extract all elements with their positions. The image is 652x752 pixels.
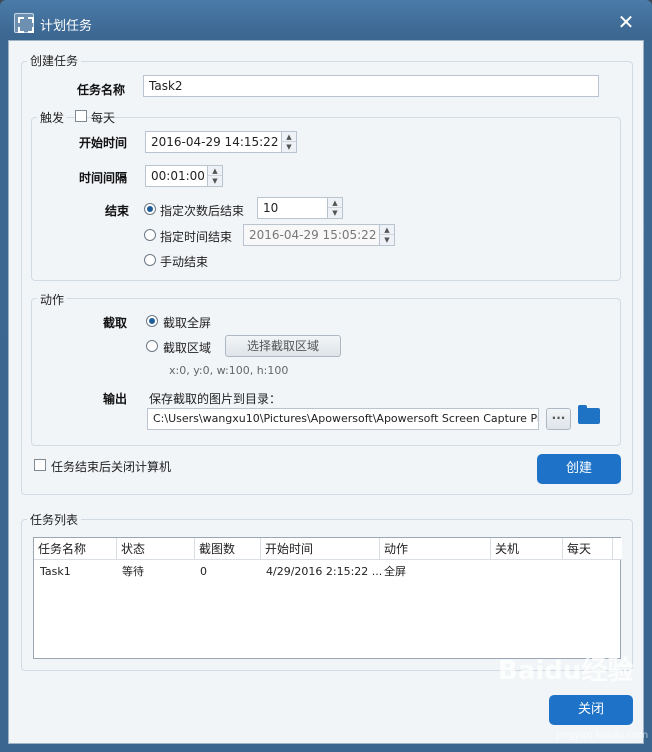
end-time-spinner[interactable]: ▲ ▼ [379,224,395,246]
output-label: 输出 [103,392,128,406]
end-manual-label: 手动结束 [160,255,209,269]
column-header[interactable]: 任务名称 [34,538,117,560]
action-group-label: 动作 [37,291,68,308]
title-bar: 计划任务 ✕ [0,0,652,40]
end-at-time-radio[interactable] [144,229,156,241]
dialog-body: 创建任务 任务名称 Task2 触发 每天 开始时间 2016-04-29 14… [8,40,644,744]
output-path-input[interactable]: C:\Users\wangxu10\Pictures\Apowersoft\Ap… [147,408,539,430]
daily-checkbox[interactable] [75,110,87,122]
create-task-group-label: 创建任务 [27,52,82,69]
region-label: 截取区域 [163,341,212,355]
task-list-group-label: 任务列表 [27,511,82,528]
column-header[interactable]: 关机 [491,538,563,560]
capture-label: 截取 [103,316,128,330]
spin-up-icon[interactable]: ▲ [380,225,394,235]
spin-up-icon[interactable]: ▲ [328,198,342,208]
spin-down-icon[interactable]: ▼ [208,176,222,186]
start-time-spinner[interactable]: ▲ ▼ [281,131,297,153]
shutdown-checkbox[interactable] [34,459,46,471]
task-name-input[interactable]: Task2 [143,75,599,97]
shutdown-label: 任务结束后关闭计算机 [51,460,172,474]
scheduler-window: 计划任务 ✕ 创建任务 任务名称 Task2 触发 每天 开始时间 2016-0… [0,0,652,752]
region-radio[interactable] [146,340,158,352]
window-title: 计划任务 [40,19,93,34]
column-header[interactable]: 状态 [117,538,195,560]
end-count-spinner[interactable]: ▲ ▼ [327,197,343,219]
spin-down-icon[interactable]: ▼ [282,142,296,152]
spin-up-icon[interactable]: ▲ [208,166,222,176]
folder-icon[interactable] [578,405,600,424]
end-manual-radio[interactable] [144,254,156,266]
column-header[interactable]: 每天 [563,538,613,560]
end-count-input[interactable]: 10 [257,197,329,219]
daily-label: 每天 [91,111,116,125]
close-button[interactable]: 关闭 [549,695,633,725]
trigger-group-label: 触发 [37,109,68,126]
end-after-count-radio[interactable] [144,203,156,215]
column-header[interactable]: 动作 [380,538,491,560]
start-time-label: 开始时间 [79,136,128,150]
watermark-url: jingyan.baidu.com [556,730,649,741]
start-time-input[interactable]: 2016-04-29 14:15:22 [145,131,283,153]
app-icon [14,13,34,33]
table-row[interactable]: Task1 等待 0 4/29/2016 2:15:22 ... 全屏 [34,562,622,582]
save-to-label: 保存截取的图片到目录： [149,392,282,406]
select-region-button[interactable]: 选择截取区域 [225,335,341,357]
end-time-input[interactable]: 2016-04-29 15:05:22 [243,224,381,246]
region-info: x:0, y:0, w:100, h:100 [169,364,289,377]
task-table: 任务名称 状态 截图数 开始时间 动作 关机 每天 Task1 等待 0 4/2… [33,537,622,659]
end-after-count-label: 指定次数后结束 [160,204,245,218]
table-header: 任务名称 状态 截图数 开始时间 动作 关机 每天 [34,538,622,560]
column-header[interactable]: 截图数 [195,538,261,560]
table-cell: 0 [200,565,207,578]
table-cell: 4/29/2016 2:15:22 ... [266,565,383,578]
interval-label: 时间间隔 [79,171,128,185]
fullscreen-radio[interactable] [146,315,158,327]
interval-input[interactable]: 00:01:00 [145,165,209,187]
end-at-time-label: 指定时间结束 [160,230,233,244]
spin-down-icon[interactable]: ▼ [380,235,394,245]
browse-button[interactable]: ··· [546,408,571,430]
spin-down-icon[interactable]: ▼ [328,208,342,218]
interval-spinner[interactable]: ▲ ▼ [207,165,223,187]
watermark-logo: Baidu经验 [498,656,634,686]
column-header[interactable]: 开始时间 [261,538,380,560]
create-button[interactable]: 创建 [537,454,621,484]
table-cell: 等待 [122,565,144,578]
table-cell: 全屏 [384,565,406,578]
spin-up-icon[interactable]: ▲ [282,132,296,142]
fullscreen-label: 截取全屏 [163,316,212,330]
close-icon[interactable]: ✕ [614,10,638,34]
task-name-label: 任务名称 [77,83,126,97]
end-label: 结束 [105,204,130,218]
table-cell: Task1 [40,565,71,578]
